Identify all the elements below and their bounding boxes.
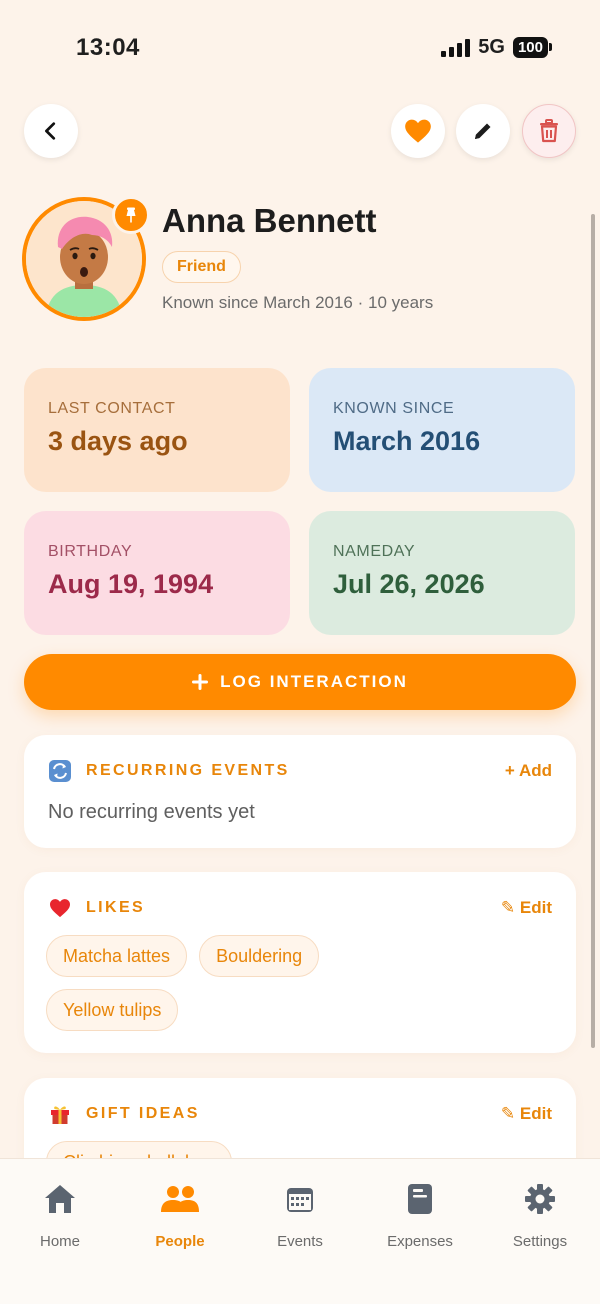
nav-people[interactable]: People <box>120 1159 240 1259</box>
nav-label: Home <box>39 1233 80 1250</box>
tile-label: LAST CONTACT <box>48 400 176 417</box>
status-icons: 5G 100 <box>441 36 553 59</box>
nav-label: Settings <box>512 1233 568 1250</box>
tile-value: Aug 19, 1994 <box>48 569 214 599</box>
card-title: GIFT IDEAS <box>86 1105 200 1122</box>
heart-icon <box>48 896 72 920</box>
tile-value: Jul 26, 2026 <box>333 569 485 599</box>
network-label: 5G <box>478 36 505 58</box>
recurring-events-card: RECURRING EVENTS + Add No recurring even… <box>24 735 576 848</box>
log-interaction-label: LOG INTERACTION <box>220 672 408 691</box>
tile-value: 3 days ago <box>48 426 188 456</box>
battery-icon: 100 <box>512 37 553 58</box>
likes-chip-list: Matcha lattes Bouldering Yellow tulips <box>46 935 426 1031</box>
birthday-tile: BIRTHDAY Aug 19, 1994 <box>24 511 290 635</box>
like-chip[interactable]: Matcha lattes <box>46 935 188 977</box>
add-recurring-button[interactable]: + Add <box>505 761 552 781</box>
trash-icon <box>540 119 558 143</box>
pencil-icon <box>475 123 491 139</box>
nav-label: Events <box>277 1233 323 1250</box>
heart-icon <box>405 119 431 143</box>
pinned-badge <box>112 196 150 234</box>
like-chip[interactable]: Yellow tulips <box>46 989 179 1031</box>
edit-likes-button[interactable]: ✎ Edit <box>501 898 552 918</box>
home-icon <box>40 1181 80 1217</box>
nav-events[interactable]: Events <box>240 1159 360 1259</box>
contact-name: Anna Bennett <box>162 202 377 239</box>
nav-label: People <box>155 1233 205 1250</box>
last-contact-tile: LAST CONTACT 3 days ago <box>24 368 290 492</box>
card-header: GIFT IDEAS ✎ Edit <box>48 1102 552 1126</box>
card-title: RECURRING EVENTS <box>86 762 290 779</box>
tile-label: NAMEDAY <box>333 543 416 560</box>
relationship-tag[interactable]: Friend <box>162 251 241 283</box>
known-since-tile: KNOWN SINCE March 2016 <box>309 368 575 492</box>
status-time: 13:04 <box>76 34 140 61</box>
repeat-icon <box>48 759 72 783</box>
gear-icon <box>520 1181 560 1217</box>
like-chip[interactable]: Bouldering <box>199 935 320 977</box>
nav-home[interactable]: Home <box>0 1159 120 1259</box>
nav-settings[interactable]: Settings <box>480 1159 600 1259</box>
known-since-line: Known since March 2016 · 10 years <box>162 293 434 312</box>
people-icon <box>160 1181 200 1217</box>
status-bar: 13:04 5G 100 <box>0 0 600 96</box>
card-title: LIKES <box>86 899 146 916</box>
empty-state-text: No recurring events yet <box>48 801 255 823</box>
nav-label: Expenses <box>387 1233 453 1250</box>
log-interaction-button[interactable]: LOG INTERACTION <box>24 654 576 710</box>
gift-icon <box>48 1102 72 1126</box>
plus-icon <box>192 674 209 690</box>
receipt-icon <box>400 1181 440 1217</box>
nameday-tile: NAMEDAY Jul 26, 2026 <box>309 511 575 635</box>
signal-icon <box>441 38 471 57</box>
likes-card: LIKES ✎ Edit Matcha lattes Bouldering Ye… <box>24 872 576 1053</box>
scroll-indicator[interactable] <box>591 214 595 1048</box>
calendar-icon <box>280 1181 320 1217</box>
tile-value: March 2016 <box>333 426 481 456</box>
edit-gifts-button[interactable]: ✎ Edit <box>501 1104 552 1124</box>
edit-button[interactable] <box>456 104 510 158</box>
tile-label: KNOWN SINCE <box>333 400 455 417</box>
favorite-button[interactable] <box>391 104 445 158</box>
bottom-nav: Home People Events Expenses Settings <box>0 1158 600 1304</box>
chevron-left-icon <box>45 122 56 140</box>
card-header: RECURRING EVENTS + Add <box>48 759 552 783</box>
back-button[interactable] <box>24 104 78 158</box>
pin-icon <box>126 207 136 223</box>
card-header: LIKES ✎ Edit <box>48 896 552 920</box>
delete-button[interactable] <box>522 104 576 158</box>
tile-label: BIRTHDAY <box>48 543 133 560</box>
nav-expenses[interactable]: Expenses <box>360 1159 480 1259</box>
